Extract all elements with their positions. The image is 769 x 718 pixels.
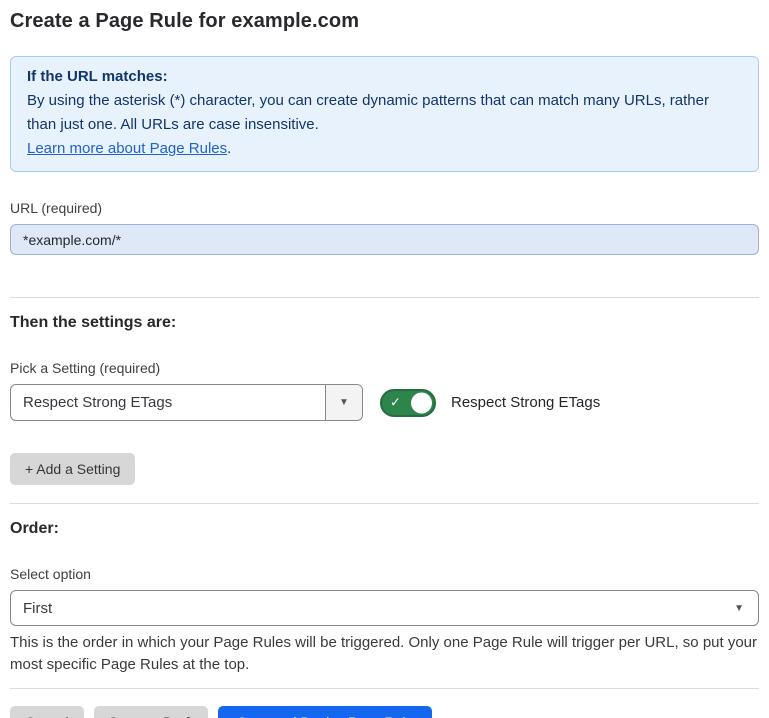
cancel-button[interactable]: Cancel — [10, 706, 84, 718]
info-box-link-line: Learn more about Page Rules. — [27, 137, 742, 161]
add-setting-button[interactable]: + Add a Setting — [10, 453, 135, 485]
order-select-value: First — [23, 600, 52, 617]
pick-setting-label: Pick a Setting (required) — [10, 360, 759, 376]
section-divider — [10, 297, 759, 298]
url-matches-info-box: If the URL matches: By using the asteris… — [10, 56, 759, 172]
order-help-text: This is the order in which your Page Rul… — [10, 632, 758, 676]
setting-select-arrow-button[interactable]: ▼ — [325, 385, 362, 420]
order-select-label: Select option — [10, 566, 759, 582]
page-rule-form: Create a Page Rule for example.com If th… — [0, 0, 769, 718]
section-divider — [10, 503, 759, 504]
setting-toggle-on[interactable]: ✓ — [380, 389, 436, 417]
info-box-body: By using the asterisk (*) character, you… — [27, 89, 742, 137]
save-draft-button[interactable]: Save as Draft — [94, 706, 209, 718]
chevron-down-icon: ▼ — [339, 397, 349, 408]
page-title: Create a Page Rule for example.com — [10, 10, 759, 33]
setting-toggle-label: Respect Strong ETags — [451, 394, 600, 411]
url-input[interactable] — [10, 224, 759, 255]
save-deploy-button[interactable]: Save and Deploy Page Rule — [218, 706, 432, 718]
info-box-heading: If the URL matches: — [27, 65, 742, 89]
check-icon: ✓ — [390, 394, 401, 410]
link-period: . — [227, 140, 231, 157]
order-section-heading: Order: — [10, 520, 759, 538]
settings-section-heading: Then the settings are: — [10, 314, 759, 332]
order-select[interactable]: First ▼ — [10, 590, 759, 626]
url-field-label: URL (required) — [10, 200, 759, 216]
chevron-down-icon: ▼ — [734, 603, 744, 614]
setting-select-value: Respect Strong ETags — [11, 385, 325, 420]
learn-more-link[interactable]: Learn more about Page Rules — [27, 140, 227, 157]
setting-select[interactable]: Respect Strong ETags ▼ — [10, 384, 363, 421]
footer-divider — [10, 688, 759, 689]
setting-row: Respect Strong ETags ▼ ✓ Respect Strong … — [10, 384, 759, 421]
form-actions: Cancel Save as Draft Save and Deploy Pag… — [10, 706, 759, 718]
toggle-knob — [411, 392, 432, 413]
